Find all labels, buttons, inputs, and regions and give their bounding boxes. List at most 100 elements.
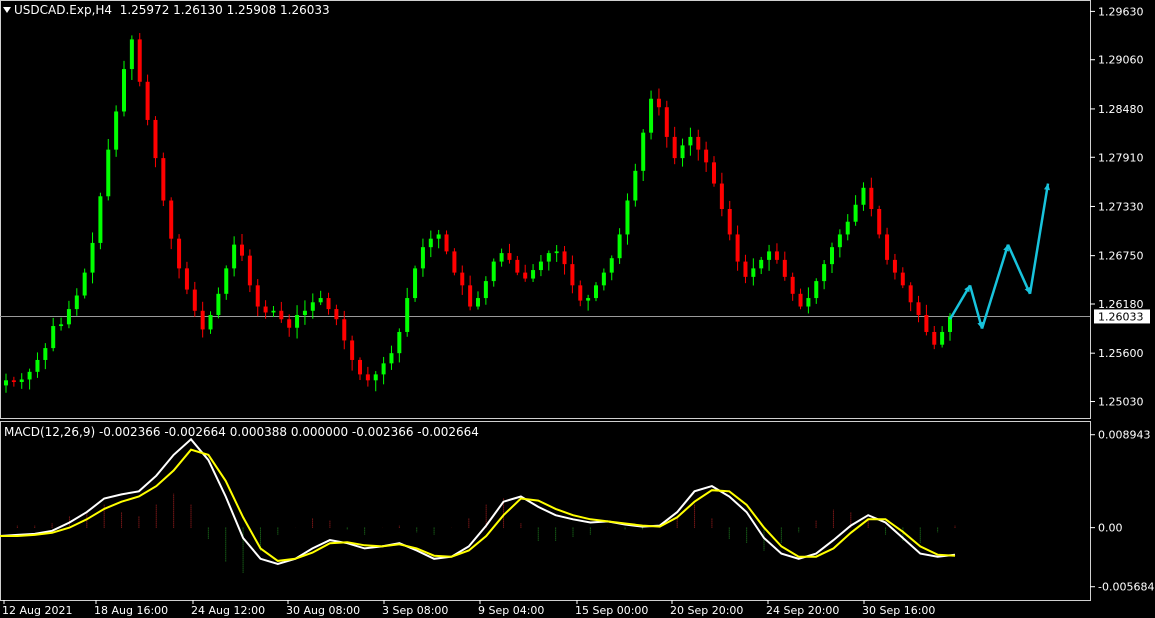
candle-body: [59, 324, 64, 327]
time-tick-label: 9 Sep 04:00: [478, 604, 544, 617]
candle-body: [680, 145, 685, 159]
candle-body: [169, 200, 174, 239]
candle-body: [515, 259, 520, 273]
candle-body: [381, 363, 386, 375]
candle-body: [342, 319, 347, 341]
candle-body: [633, 170, 638, 201]
signal-line: [0, 448, 956, 562]
candle-body: [774, 251, 779, 260]
time-tick-label: 15 Sep 00:00: [575, 604, 648, 617]
candle-body: [468, 285, 473, 307]
price-panel-frame: [0, 0, 1091, 419]
candle-body: [19, 379, 24, 383]
chart-canvas[interactable]: 1.29630 1.29060 1.28480 1.27910 1.27330 1.267…: [0, 0, 1155, 618]
candle-body: [287, 319, 292, 328]
candle-body: [531, 270, 536, 279]
candle-body: [90, 242, 95, 273]
current-price-label: 1.26033: [1098, 310, 1144, 323]
candle-body: [129, 39, 134, 70]
candle-body: [861, 187, 866, 205]
candle-body: [704, 149, 709, 163]
forecast-arrow-segment: [968, 284, 984, 329]
candle-body: [373, 374, 378, 381]
candle-body: [51, 326, 56, 349]
candle-body: [656, 98, 661, 108]
candle-body: [483, 281, 488, 299]
candle-body: [609, 258, 614, 273]
macd-tick-label: -0.005684: [1098, 581, 1154, 594]
candle-body: [444, 234, 449, 252]
time-tick-label: 30 Aug 08:00: [286, 604, 360, 617]
candle-body: [892, 259, 897, 273]
price-tick-label: 1.29630: [1098, 5, 1144, 18]
candle-body: [822, 264, 827, 282]
candle-body: [853, 204, 858, 222]
candle-body: [932, 331, 937, 345]
price-tick-label: 1.28480: [1098, 103, 1144, 116]
candle-body: [625, 200, 630, 235]
candle-body: [672, 136, 677, 159]
price-tick-label: 1.26180: [1098, 298, 1144, 311]
candle-body: [908, 285, 913, 303]
candle-body: [649, 98, 654, 133]
price-tick-label: 1.27910: [1098, 151, 1144, 164]
candle-body: [562, 251, 567, 265]
candle-body: [184, 268, 189, 290]
candle-body: [420, 247, 425, 269]
candle-body: [255, 285, 260, 307]
price-tick-label: 1.27330: [1098, 200, 1144, 213]
candle-body: [82, 272, 87, 296]
candle-body: [240, 244, 244, 256]
candle-body: [586, 298, 591, 301]
candle-body: [916, 302, 921, 316]
candle-body: [767, 251, 772, 260]
candle-body: [177, 238, 182, 269]
candle-body: [35, 359, 40, 372]
candle-body: [688, 136, 693, 146]
candle-body: [759, 259, 764, 269]
candle-body: [224, 268, 229, 294]
candle-body: [617, 234, 622, 259]
candle-body: [310, 302, 315, 311]
candle-body: [326, 298, 331, 310]
candle-body: [66, 309, 71, 325]
candle-body: [389, 353, 394, 364]
candle-body: [570, 264, 575, 286]
candle-body: [358, 359, 362, 375]
candle-body: [554, 251, 559, 254]
candle-body: [877, 209, 882, 235]
candle-body: [295, 315, 300, 328]
candle-body: [885, 234, 890, 260]
candle-body: [4, 380, 8, 386]
candle-body: [869, 187, 874, 209]
candle-body: [98, 196, 103, 243]
candle-body: [11, 380, 16, 383]
candle-body: [460, 272, 465, 286]
candle-body: [743, 261, 748, 277]
time-tick-label: 30 Sep 16:00: [862, 604, 935, 617]
candle-body: [837, 234, 842, 248]
candle-body: [499, 253, 504, 262]
time-tick-label: 20 Sep 20:00: [670, 604, 743, 617]
candle-body: [491, 261, 496, 282]
candle-body: [200, 310, 205, 330]
candle-body: [452, 251, 457, 273]
macd-tick-label: 0.008943: [1098, 429, 1151, 442]
candle-body: [145, 81, 150, 120]
time-tick-label: 18 Aug 16:00: [94, 604, 168, 617]
candle-body: [538, 261, 543, 271]
candle-body: [271, 310, 276, 313]
candle-body: [153, 119, 158, 159]
candle-body: [397, 331, 402, 354]
price-tick-label: 1.29060: [1098, 54, 1144, 67]
candle-body: [900, 272, 905, 286]
candle-body: [641, 132, 646, 171]
candle-body: [546, 253, 551, 262]
candle-body: [27, 371, 32, 380]
candle-body: [405, 298, 410, 332]
candle-body: [594, 285, 598, 299]
candle-body: [790, 276, 795, 294]
candle-body: [806, 298, 811, 307]
candle-body: [365, 374, 370, 381]
candle-body: [735, 234, 740, 262]
